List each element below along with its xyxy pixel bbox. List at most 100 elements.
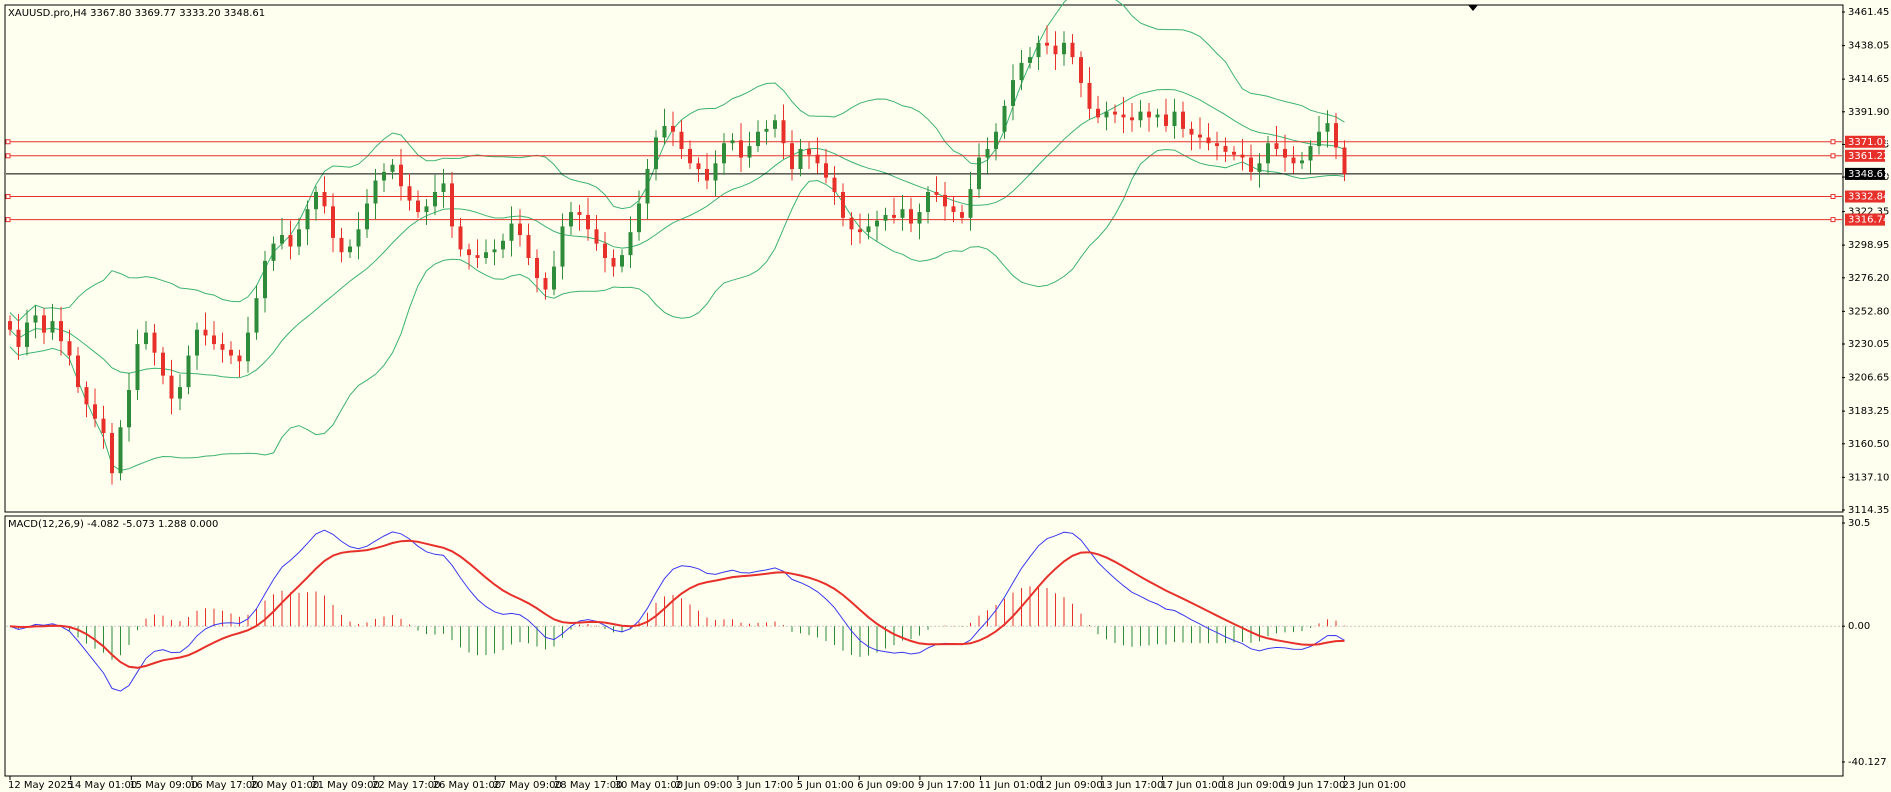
candle-body — [781, 120, 786, 144]
candle-body — [195, 329, 199, 356]
candle-body — [756, 131, 760, 147]
candle-body — [1198, 134, 1202, 138]
time-axis-label: 30 May 01:00 — [615, 780, 684, 791]
price-axis-label: 3114.35 — [1848, 505, 1889, 516]
candle-body — [8, 321, 12, 330]
candle-body — [1130, 117, 1134, 121]
candle-body — [237, 355, 242, 362]
candle-body — [586, 214, 590, 230]
candle-body — [1257, 163, 1262, 172]
candle-body — [671, 125, 675, 132]
candle-body — [1317, 131, 1321, 147]
time-axis-label: 6 Jun 09:00 — [857, 780, 914, 791]
candle-body — [169, 375, 174, 399]
candle-body — [1121, 114, 1126, 118]
candle-body — [968, 189, 973, 218]
candle-body — [407, 186, 412, 201]
candle-body — [263, 260, 267, 299]
time-axis-label: 16 May 17:00 — [190, 780, 259, 791]
level-price-label: 3332.84 — [1848, 192, 1889, 203]
candle-body — [892, 214, 896, 218]
candle-body — [365, 203, 369, 230]
shift-marker-icon[interactable] — [1468, 5, 1478, 11]
candle-body — [705, 169, 709, 181]
time-axis-label: 13 Jun 17:00 — [1100, 780, 1164, 791]
candle-body — [858, 229, 862, 233]
candle-body — [1240, 154, 1245, 158]
candle-body — [807, 148, 811, 155]
candle-body — [212, 335, 216, 345]
candle-body — [1308, 146, 1313, 161]
price-axis-label: 3230.05 — [1848, 339, 1889, 350]
level-price-label: 3348.61 — [1848, 169, 1889, 180]
candle-body — [1274, 143, 1279, 149]
level-anchor — [1830, 153, 1836, 159]
candle-body — [875, 220, 879, 227]
candle-body — [594, 229, 599, 244]
candle-body — [535, 257, 539, 279]
candle-body — [484, 252, 488, 258]
candle-body — [526, 235, 531, 258]
time-axis-label: 5 Jun 01:00 — [797, 780, 854, 791]
candle-body — [101, 418, 106, 434]
macd-pane-frame — [4, 515, 1844, 777]
candle-body — [161, 352, 165, 376]
candle-body — [866, 226, 871, 233]
candle-body — [518, 223, 522, 236]
candle-body — [1070, 42, 1075, 58]
price-axis-label: 3298.95 — [1848, 240, 1889, 251]
candle-body — [934, 191, 939, 195]
candle-body — [1138, 111, 1143, 121]
candle-body — [492, 249, 497, 253]
candle-body — [926, 191, 930, 213]
time-axis-label: 12 May 2025 — [8, 780, 73, 791]
candle-body — [178, 387, 182, 399]
candle-body — [577, 212, 582, 215]
candle-body — [1036, 42, 1041, 58]
candle-body — [943, 194, 947, 207]
candle-body — [841, 191, 845, 218]
price-axis-label: 3461.45 — [1848, 7, 1889, 18]
candle-body — [25, 322, 29, 347]
level-anchor — [5, 194, 11, 200]
time-axis-label: 19 Jun 17:00 — [1282, 780, 1346, 791]
candle-body — [1291, 157, 1296, 164]
candle-body — [220, 344, 225, 350]
candle-body — [798, 148, 803, 170]
candle-body — [1002, 105, 1007, 132]
chart-window: XAUUSD.pro,H4 3367.80 3369.77 3333.20 33… — [0, 0, 1891, 792]
candle-body — [1155, 114, 1160, 118]
candle-body — [730, 140, 735, 144]
candle-body — [42, 315, 46, 333]
candle-body — [1172, 111, 1177, 126]
candle-body — [382, 171, 386, 181]
candle-body — [229, 349, 233, 356]
time-axis-label: 3 Jun 17:00 — [736, 780, 793, 791]
macd-header: MACD(12,26,9) -4.082 -5.073 1.288 0.000 — [8, 519, 218, 530]
candle-body — [960, 212, 964, 218]
time-axis-label: 14 May 01:00 — [69, 780, 138, 791]
candle-body — [722, 143, 726, 164]
chart-canvas[interactable]: XAUUSD.pro,H4 3367.80 3369.77 3333.20 33… — [0, 0, 1891, 792]
candle-body — [1206, 137, 1211, 144]
candle-body — [620, 255, 624, 267]
candle-body — [339, 237, 344, 253]
candle-body — [280, 235, 284, 244]
candle-body — [569, 212, 573, 227]
macd-axis-label: 30.5 — [1848, 518, 1870, 529]
candle-body — [110, 433, 114, 474]
candle-body — [611, 257, 616, 267]
candle-body — [849, 217, 854, 230]
candle-body — [662, 125, 667, 138]
time-axis-label: 15 May 09:00 — [129, 780, 198, 791]
candle-body — [16, 329, 21, 347]
candle-body — [1028, 57, 1032, 63]
time-axis-label: 27 May 09:00 — [493, 780, 562, 791]
time-axis-label: 9 Jun 17:00 — [918, 780, 975, 791]
candle-body — [917, 212, 922, 224]
price-axis-label: 3160.50 — [1848, 439, 1889, 450]
time-axis-label: 11 Jun 01:00 — [979, 780, 1043, 791]
time-axis-label: 2 Jun 09:00 — [675, 780, 732, 791]
candle-body — [33, 315, 38, 323]
price-axis-label: 3414.65 — [1848, 74, 1889, 85]
